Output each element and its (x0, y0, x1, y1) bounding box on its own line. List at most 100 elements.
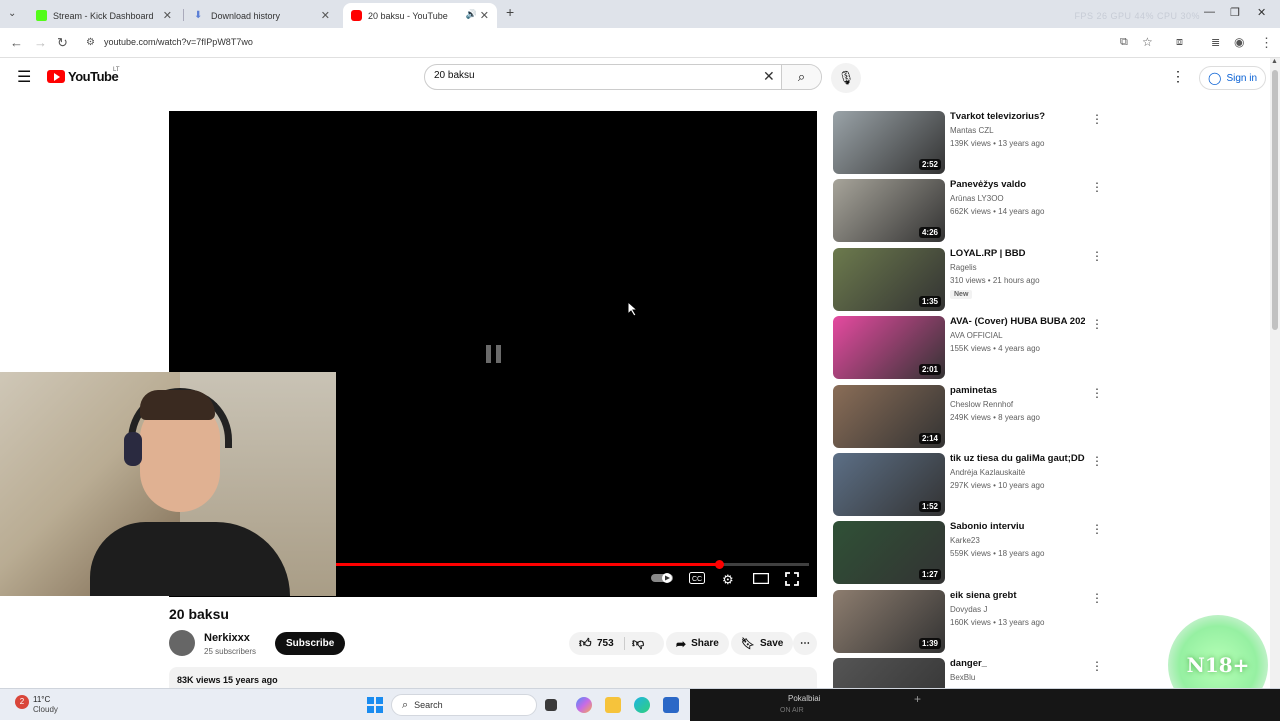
back-icon[interactable]: ← (10, 35, 23, 50)
tab-youtube[interactable]: 20 baksu - YouTube 🔊 ✕ (343, 3, 497, 28)
recommendation-channel[interactable]: AVA OFFICIAL (950, 331, 1003, 340)
bookmark-star-icon[interactable]: ☆ (1142, 35, 1153, 49)
recommendation-title[interactable]: Tvarkot televizorius? (950, 111, 1085, 122)
recommendation-title[interactable]: Sabonio interviu (950, 521, 1085, 532)
channel-avatar[interactable] (169, 630, 195, 656)
video-thumbnail[interactable]: 4:26 (833, 179, 945, 243)
recommendation-item[interactable]: 1:52 tik uz tiesa du galiMa gaut;DD Andrėj… (833, 453, 1123, 517)
search-input[interactable] (434, 70, 754, 81)
recommendation-title[interactable]: LOYAL.RP | BBD (950, 248, 1085, 259)
captions-icon[interactable]: CC (689, 572, 705, 587)
video-thumbnail[interactable]: 1:52 (833, 453, 945, 516)
more-actions-button[interactable]: ⋯ (793, 632, 817, 655)
save-button[interactable]: 🔖︎ Save (731, 632, 794, 655)
weather-temperature[interactable]: 11°C (33, 695, 50, 704)
clear-search-icon[interactable]: ✕ (763, 68, 775, 85)
progress-scrubber[interactable] (715, 560, 725, 569)
recommendation-item[interactable]: 1:27 Sabonio interviu Karke23 559K views • … (833, 521, 1123, 585)
like-icon[interactable]: 👍︎ (579, 636, 592, 651)
store-icon[interactable] (663, 697, 679, 713)
task-view-icon[interactable] (545, 699, 557, 711)
recommendation-channel[interactable]: Ragelis (950, 263, 977, 272)
more-options-icon[interactable]: ⋮ (1091, 659, 1103, 673)
tab-search-icon[interactable]: ⌄ (8, 8, 16, 19)
more-options-icon[interactable]: ⋮ (1091, 386, 1103, 400)
more-options-icon[interactable]: ⋮ (1091, 522, 1103, 536)
more-options-icon[interactable]: ⋮ (1091, 317, 1103, 331)
hamburger-menu-icon[interactable]: ☰ (17, 67, 31, 87)
recommendation-item[interactable]: 1:39 eik siena grebt Dovydas J 160K views •… (833, 589, 1123, 654)
fullscreen-icon[interactable] (785, 572, 799, 589)
forward-icon[interactable]: → (34, 35, 47, 50)
pause-icon[interactable] (485, 344, 503, 364)
new-tab-button[interactable]: + (506, 4, 514, 20)
recommendation-title[interactable]: Panevėžys valdo (950, 179, 1085, 190)
install-app-icon[interactable]: ⧉ (1120, 36, 1128, 49)
recommendation-item[interactable]: 2:52 Tvarkot televizorius? Mantas CZL 139K … (833, 111, 1123, 175)
recommendation-title[interactable]: AVA- (Cover) HUBA BUBA 2021 (950, 316, 1085, 327)
recommendation-title[interactable]: tik uz tiesa du galiMa gaut;DD (950, 453, 1085, 464)
settings-menu-icon[interactable]: ⋮ (1171, 68, 1185, 85)
subscribe-button[interactable]: Subscribe (275, 632, 346, 655)
autoplay-toggle[interactable] (651, 572, 675, 587)
video-thumbnail[interactable]: 1:27 (833, 521, 945, 585)
recommendation-title[interactable]: danger_ (950, 658, 1085, 669)
video-thumbnail[interactable]: 2:52 (833, 111, 945, 174)
video-thumbnail[interactable]: 1:35 (833, 247, 945, 311)
recommendation-item[interactable]: 4:26 Panevėžys valdo Arūnas LY3OO 662K view… (833, 179, 1123, 243)
page-scrollbar[interactable]: ▲ (1270, 58, 1280, 688)
settings-gear-icon[interactable]: ⚙ (722, 572, 734, 588)
minimize-icon[interactable]: — (1204, 6, 1215, 18)
close-icon[interactable]: ✕ (480, 9, 489, 22)
recommendation-item[interactable]: 2:14 paminetas Cheslow Rennhof 249K views •… (833, 384, 1123, 449)
recommendation-channel[interactable]: BexBlu (950, 673, 975, 682)
tab-kick-dashboard[interactable]: Stream - Kick Dashboard ✕ (28, 3, 180, 28)
more-options-icon[interactable]: ⋮ (1091, 112, 1103, 126)
url-text[interactable]: youtube.com/watch?v=7fIPpW8T7wo (104, 37, 253, 47)
recommendation-channel[interactable]: Cheslow Rennhof (950, 400, 1013, 409)
windows-start-icon[interactable] (367, 697, 383, 713)
dislike-icon[interactable]: 👎︎ (632, 636, 644, 651)
extensions-icon[interactable]: ⧈ (1176, 36, 1183, 49)
share-button[interactable]: ➦ Share (666, 632, 729, 655)
copilot-icon[interactable] (576, 697, 592, 713)
restore-icon[interactable]: ❐ (1230, 6, 1240, 19)
close-icon[interactable]: ✕ (163, 9, 172, 22)
site-info-icon[interactable]: ⚙ (86, 37, 95, 48)
recommendation-title[interactable]: eik siena grebt (950, 590, 1085, 601)
like-count[interactable]: 753 (597, 638, 614, 649)
sign-in-button[interactable]: ◯ Sign in (1199, 66, 1267, 90)
scrollbar-thumb[interactable] (1272, 70, 1278, 330)
recommendation-channel[interactable]: Mantas CZL (950, 126, 994, 135)
recommendation-item[interactable]: 1:35 LOYAL.RP | BBD Ragelis 310 views • 21 … (833, 247, 1123, 312)
close-icon[interactable]: ✕ (321, 9, 330, 22)
video-thumbnail[interactable]: 2:01 (833, 316, 945, 380)
speaker-icon[interactable]: 🔊 (466, 9, 477, 20)
recommendation-item[interactable]: 2:01 AVA- (Cover) HUBA BUBA 2021 AVA OFFIC… (833, 316, 1123, 380)
more-options-icon[interactable]: ⋮ (1091, 454, 1103, 468)
recommendation-channel[interactable]: Karke23 (950, 536, 980, 545)
profile-icon[interactable]: ◉ (1234, 35, 1244, 49)
channel-name[interactable]: Nerkixxx (204, 632, 250, 644)
browser-menu-icon[interactable]: ⋮ (1260, 35, 1273, 51)
search-button[interactable]: ⌕ (781, 65, 821, 89)
notification-badge[interactable]: 2 (15, 695, 29, 709)
voice-search-button[interactable]: 🎙 (831, 63, 861, 93)
file-explorer-icon[interactable] (605, 697, 621, 713)
more-options-icon[interactable]: ⋮ (1091, 591, 1103, 605)
video-thumbnail[interactable]: 1:39 (833, 589, 945, 653)
taskbar-search[interactable]: ⌕ Search (391, 694, 537, 716)
media-controls-icon[interactable]: ≣ (1211, 36, 1220, 49)
recommendation-channel[interactable]: Andrėja Kazlauskaitė (950, 468, 1025, 477)
recommendation-title[interactable]: paminetas (950, 385, 1085, 396)
more-options-icon[interactable]: ⋮ (1091, 180, 1103, 194)
recommendation-channel[interactable]: Arūnas LY3OO (950, 194, 1004, 203)
more-options-icon[interactable]: ⋮ (1091, 249, 1103, 263)
theater-mode-icon[interactable] (752, 572, 770, 587)
add-icon[interactable]: + (914, 692, 921, 706)
edge-browser-icon[interactable] (634, 697, 650, 713)
window-close-icon[interactable]: ✕ (1257, 6, 1266, 19)
tab-download-history[interactable]: ⬇ Download history ✕ (186, 3, 338, 28)
scroll-up-icon[interactable]: ▲ (1271, 58, 1278, 65)
reload-icon[interactable]: ↻ (57, 35, 68, 51)
